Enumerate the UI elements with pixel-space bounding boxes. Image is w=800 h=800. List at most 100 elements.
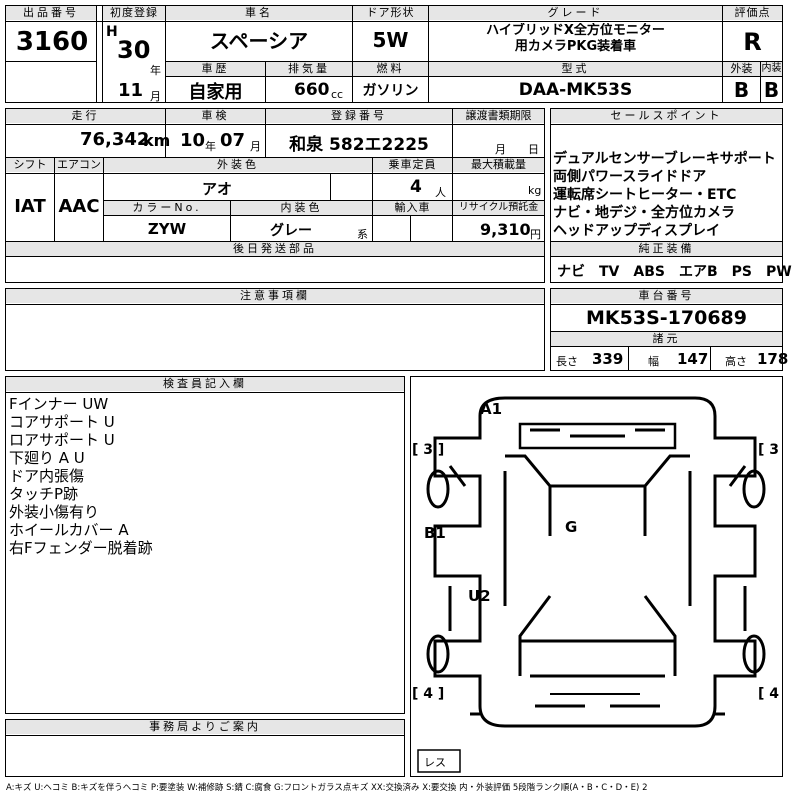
recycle-deposit: 9,310 xyxy=(480,220,531,239)
first-registration-label: 初度登録 xyxy=(103,6,165,20)
height-value: 178 xyxy=(757,350,789,368)
mileage-label: 走行 xyxy=(6,109,165,123)
inspector-label: 検査員記入欄 xyxy=(6,377,404,391)
tire-front-right: [ 3 ] xyxy=(758,442,783,458)
mileage-unit: km xyxy=(143,131,171,150)
sales-point-item: ナビ・地デジ・全方位カメラ xyxy=(553,205,735,221)
history: 自家用 xyxy=(188,82,243,103)
registration-year: 30 xyxy=(117,36,151,64)
caution-label: 注意事項欄 xyxy=(6,289,544,303)
length-label: 長さ xyxy=(556,355,578,368)
car-diagram: A1 B1 U2 G [ 3 ] [ 3 ] [ 4 ] [ 4 ] レス xyxy=(412,396,783,773)
tire-front-left: [ 3 ] xyxy=(412,442,444,458)
import-label: 輸入車 xyxy=(373,201,452,215)
interior-grade: B xyxy=(763,78,780,102)
grade-label: グレード xyxy=(429,6,722,20)
damage-mark-g: G xyxy=(565,518,577,536)
legend: A:キズ U:ヘコミ B:キズを伴うヘコミ P:要塗装 W:補修跡 S:錆 C:… xyxy=(6,783,648,793)
era: H xyxy=(106,24,118,40)
inspector-note: ドア内張傷 xyxy=(9,467,85,485)
inspector-notes: Fインナー UW コアサポート U ロアサポート U 下廻り A U ドア内張傷… xyxy=(9,395,153,557)
inspector-note: タッチP跡 xyxy=(9,485,79,503)
shift-label: シフト xyxy=(6,158,54,172)
interior-color-label: 内装色 xyxy=(231,201,372,215)
displacement-unit: cc xyxy=(331,88,344,101)
color-number: ZYW xyxy=(147,220,187,238)
grade-line-2: 用カメラPKG装着車 xyxy=(514,39,637,54)
tire-rear-left: [ 4 ] xyxy=(412,686,444,702)
inspection-month: 07 xyxy=(220,130,246,151)
history-label: 車歴 xyxy=(166,62,265,76)
width-value: 147 xyxy=(677,350,709,368)
dimensions-label: 諸元 xyxy=(551,332,782,346)
inspection-year: 10 xyxy=(180,130,206,151)
shift: IAT xyxy=(14,196,46,217)
aircon: AAC xyxy=(58,196,100,217)
inspector-note: 外装小傷有り xyxy=(9,503,100,521)
damage-mark-a1: A1 xyxy=(480,400,502,418)
recycle-unit: 円 xyxy=(530,228,541,241)
exterior-grade-label: 外装 xyxy=(723,62,760,76)
sales-point-item: デュアルセンサーブレーキサポート xyxy=(553,151,776,167)
equipment-label: 純正装備 xyxy=(551,242,782,256)
registration-month: 11 xyxy=(118,80,144,101)
sales-point-item: 両側パワースライドドア xyxy=(553,169,707,185)
inspection-month-unit: 月 xyxy=(250,140,261,153)
displacement-label: 排気量 xyxy=(266,62,352,76)
exterior-color: アオ xyxy=(201,180,232,198)
inspector-note: ロアサポート U xyxy=(9,431,115,449)
mileage: 76,342 xyxy=(80,129,150,150)
inspector-note: コアサポート U xyxy=(9,413,115,431)
height-label: 高さ xyxy=(725,355,747,368)
model-label: 型式 xyxy=(429,62,722,76)
car-name-label: 車名 xyxy=(166,6,352,20)
capacity: 4 xyxy=(410,177,422,197)
damage-mark-b1: B1 xyxy=(424,524,446,542)
sales-point-item: 運転席シートヒーター・ETC xyxy=(553,187,737,203)
damage-mark-u2: U2 xyxy=(468,587,491,605)
interior-grade-label: 内装 xyxy=(761,62,782,76)
office-label: 事務局よりご案内 xyxy=(6,720,404,734)
score-label: 評価点 xyxy=(723,6,782,20)
spare-tire: レス xyxy=(424,756,446,769)
inspection-label: 車検 xyxy=(166,109,265,123)
length-value: 339 xyxy=(592,350,624,368)
inspector-note: Fインナー UW xyxy=(9,395,109,413)
inspector-note: 下廻り A U xyxy=(9,449,85,467)
exterior-grade: B xyxy=(733,78,750,102)
sales-point-item: ヘッドアップディスプレイ xyxy=(553,223,721,239)
grade-line-1: ハイブリッドX全方位モニター xyxy=(486,23,665,38)
recycle-label: リサイクル預託金 xyxy=(453,201,544,215)
tire-rear-right: [ 4 ] xyxy=(758,686,783,702)
plate-number: 和泉 582エ2225 xyxy=(289,135,429,155)
inspector-note: 右Fフェンダー脱着跡 xyxy=(9,539,153,557)
car-name: スペーシア xyxy=(209,29,309,53)
displacement: 660 xyxy=(294,80,330,100)
capacity-label: 乗車定員 xyxy=(373,158,452,172)
model: DAA-MK53S xyxy=(518,80,633,100)
later-parts-label: 後日発送部品 xyxy=(6,242,544,256)
fuel-label: 燃料 xyxy=(353,62,428,76)
max-load-unit: kg xyxy=(528,184,542,197)
exterior-color-label: 外装色 xyxy=(104,158,372,172)
lot-number: 3160 xyxy=(15,27,89,57)
sales-point-list: デュアルセンサーブレーキサポート 両側パワースライドドア 運転席シートヒーター・… xyxy=(553,150,782,240)
plate-label: 登録番号 xyxy=(266,109,452,123)
sales-point-label: セールスポイント xyxy=(551,109,782,123)
score: R xyxy=(743,28,762,56)
transfer-deadline-label: 譲渡書類期限 xyxy=(453,109,544,123)
color-number-label: カラーNo. xyxy=(104,201,230,215)
chassis-label: 車台番号 xyxy=(551,289,782,303)
equipment-items: ナビ TV ABS エアB PS PW xyxy=(557,264,792,280)
aircon-label: エアコン xyxy=(55,158,103,172)
inspection-year-unit: 年 xyxy=(205,140,216,153)
lot-number-label: 出品番号 xyxy=(6,6,96,20)
year-unit: 年 xyxy=(150,64,161,77)
interior-color: グレー xyxy=(270,223,312,239)
interior-color-unit: 系 xyxy=(357,228,368,241)
capacity-unit: 人 xyxy=(435,186,446,199)
fuel: ガソリン xyxy=(362,83,419,99)
transfer-deadline-unit: 月 日 xyxy=(495,143,539,156)
chassis-number: MK53S-170689 xyxy=(586,307,747,329)
door-type: 5W xyxy=(372,28,409,52)
